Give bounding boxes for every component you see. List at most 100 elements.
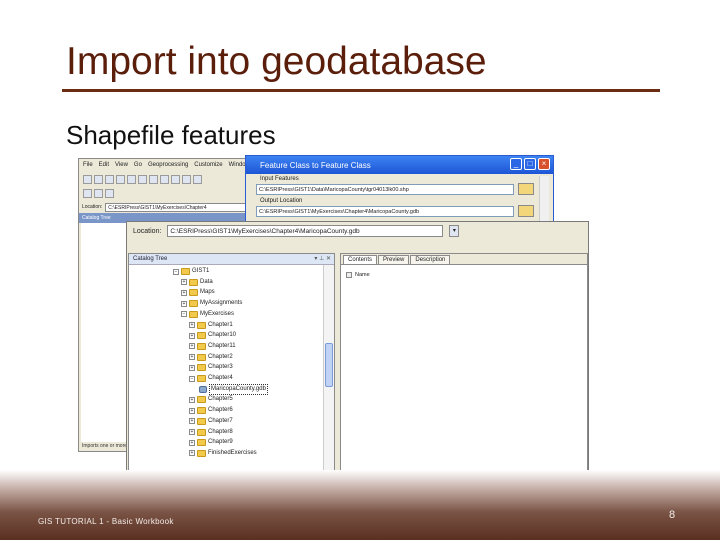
toolbar (79, 173, 252, 187)
expand-icon[interactable]: + (189, 439, 195, 446)
tab-preview[interactable]: Preview (378, 255, 410, 264)
menu-file[interactable]: File (83, 162, 93, 170)
expand-icon[interactable]: + (189, 418, 195, 425)
tree-item[interactable]: + Chapter11 (189, 342, 236, 351)
folder-icon (197, 375, 206, 382)
expand-icon[interactable]: + (189, 364, 195, 371)
input-features-field[interactable]: C:\ESRIPress\GIST1\Data\MaricopaCounty\t… (256, 183, 514, 195)
tree-item-label: Chapter1 (208, 321, 233, 328)
tab-description[interactable]: Description (410, 255, 451, 264)
output-location-label: Output Location (260, 198, 303, 204)
close-icon[interactable]: × (538, 158, 550, 170)
expand-icon[interactable]: + (189, 343, 195, 350)
expand-icon[interactable]: + (189, 354, 195, 361)
expand-icon[interactable]: + (189, 450, 195, 457)
dialog-title: Feature Class to Feature Class (260, 160, 371, 170)
folder-icon (181, 268, 190, 275)
tree-item[interactable]: + Chapter9 (189, 438, 233, 447)
expand-icon[interactable]: + (189, 396, 195, 403)
output-location-field[interactable]: C:\ESRIPress\GIST1\MyExercises\Chapter4\… (256, 205, 514, 217)
tree-item[interactable]: + Chapter10 (189, 331, 236, 340)
toolbar-button[interactable] (94, 175, 103, 184)
tree-item-label: Chapter10 (208, 332, 237, 339)
toolbar-button[interactable] (160, 175, 169, 184)
maximize-icon[interactable]: □ (524, 158, 536, 170)
tree-item-label: GIST1 (192, 268, 210, 274)
expand-icon[interactable]: + (181, 300, 187, 307)
contents-list-item[interactable]: Name (346, 272, 370, 278)
collapse-icon[interactable]: − (189, 375, 195, 382)
toolbar-button[interactable] (127, 175, 136, 184)
catalog-tree-title: Catalog Tree (133, 256, 168, 262)
menu-view[interactable]: View (115, 162, 128, 170)
location-bar: Location: C:\ESRIPress\GIST1\MyExercises… (79, 201, 252, 213)
tree-item[interactable]: + Chapter3 (189, 363, 233, 372)
tree-item[interactable]: MaricopaCounty.gdb (199, 383, 268, 395)
slide-title: Import into geodatabase (66, 40, 487, 83)
toolbar-button[interactable] (105, 175, 114, 184)
expand-icon[interactable]: + (181, 289, 187, 296)
scrollbar-thumb[interactable] (325, 343, 333, 387)
toolbar-button[interactable] (83, 189, 92, 198)
toolbar-button[interactable] (149, 175, 158, 184)
expand-icon[interactable]: + (189, 407, 195, 414)
folder-icon (197, 321, 206, 329)
menu-go[interactable]: Go (134, 162, 142, 170)
chevron-down-icon[interactable]: ▾ (449, 225, 460, 237)
tree-item[interactable]: + Maps (181, 288, 215, 297)
expand-icon[interactable]: + (189, 322, 195, 328)
tree-item[interactable]: − Chapter4 (189, 374, 233, 383)
tree-item-label: Maps (200, 289, 215, 296)
toolbar-button[interactable] (182, 175, 191, 184)
folder-icon (197, 449, 206, 457)
tree-item[interactable]: − MyExercises (181, 310, 234, 319)
slide-subtitle: Shapefile features (66, 120, 276, 150)
browse-folder-icon[interactable] (518, 205, 534, 217)
tree-item-label: MyAssignments (200, 300, 243, 307)
menu-edit[interactable]: Edit (99, 162, 109, 170)
toolbar-button[interactable] (171, 175, 180, 184)
expand-icon[interactable]: + (181, 279, 187, 286)
tree-item[interactable]: + Chapter1 (189, 321, 233, 330)
toolbar-button[interactable] (105, 189, 114, 198)
menu-geoprocessing[interactable]: Geoprocessing (148, 162, 188, 170)
minimize-icon[interactable]: _ (510, 158, 522, 170)
collapse-icon[interactable]: − (173, 268, 179, 275)
tree-item[interactable]: + Chapter7 (189, 417, 233, 426)
folder-icon (197, 407, 206, 415)
location-input[interactable]: C:\ESRIPress\GIST1\MyExercises\Chapter4 (105, 202, 249, 212)
expand-icon[interactable]: + (189, 332, 195, 339)
pin-icon[interactable]: ▾ ⊥ ✕ (314, 255, 331, 262)
tree-item-label: Chapter6 (208, 407, 233, 414)
toolbar-button[interactable] (138, 175, 147, 184)
tree-item[interactable]: + Chapter8 (189, 428, 233, 437)
toolbar-button[interactable] (94, 189, 103, 198)
front-location-input[interactable]: C:\ESRIPress\GIST1\MyExercises\Chapter4\… (167, 225, 444, 237)
toolbar-button[interactable] (116, 175, 125, 184)
tree-scrollbar[interactable] (323, 265, 334, 471)
tree-item[interactable]: + Chapter6 (189, 406, 233, 415)
location-label: Location: (82, 204, 103, 210)
footer-text: GIS TUTORIAL 1 - Basic Workbook (38, 517, 174, 526)
menu-windows[interactable]: Windo (229, 162, 246, 170)
tree-item[interactable]: + Data (181, 278, 213, 287)
tree-item[interactable]: + Chapter2 (189, 353, 233, 362)
geodatabase-icon (199, 385, 207, 393)
arccatalog-front-window: Location: C:\ESRIPress\GIST1\MyExercises… (126, 221, 589, 474)
input-features-row: C:\ESRIPress\GIST1\Data\MaricopaCounty\t… (246, 182, 553, 196)
tree-item[interactable]: + FinishedExercises (189, 449, 257, 458)
dialog-titlebar[interactable]: Feature Class to Feature Class _ □ × (246, 156, 553, 174)
tree-item[interactable]: − GIST1 (173, 267, 209, 276)
expand-icon[interactable]: + (189, 429, 195, 435)
menu-customize[interactable]: Customize (194, 162, 222, 170)
browse-folder-icon[interactable] (518, 183, 534, 195)
toolbar-button[interactable] (83, 175, 92, 184)
collapse-icon[interactable]: − (181, 311, 187, 318)
toolbar-button[interactable] (193, 175, 202, 184)
folder-icon (189, 278, 198, 286)
tree-item[interactable]: + MyAssignments (181, 299, 242, 308)
tree-item[interactable]: + Chapter5 (189, 395, 233, 404)
tab-contents[interactable]: Contents (343, 255, 378, 264)
toolbar-secondary (79, 187, 252, 201)
folder-icon (189, 300, 198, 308)
